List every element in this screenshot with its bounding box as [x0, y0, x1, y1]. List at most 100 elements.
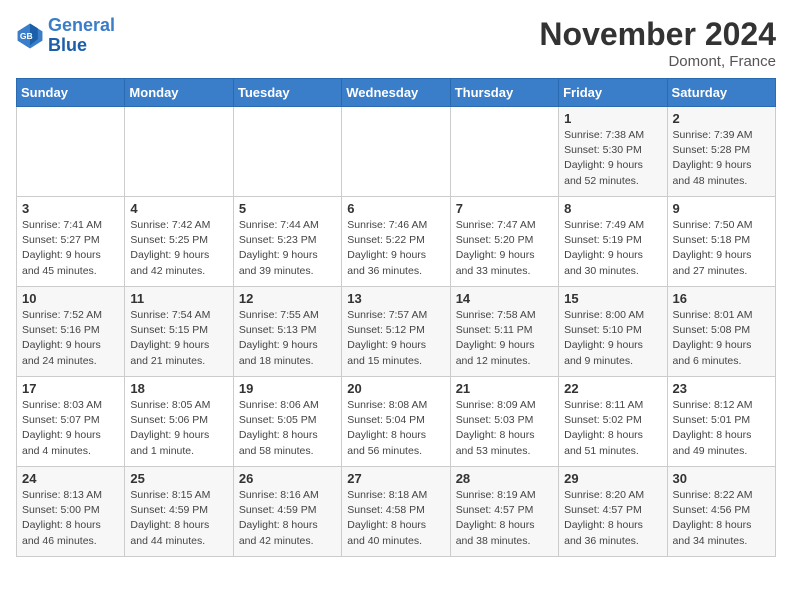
calendar-week-3: 10 Sunrise: 7:52 AM Sunset: 5:16 PM Dayli…: [17, 287, 776, 377]
day-number: 7: [456, 201, 553, 216]
calendar-cell: 10 Sunrise: 7:52 AM Sunset: 5:16 PM Dayli…: [17, 287, 125, 377]
calendar-cell: [450, 107, 558, 197]
calendar-cell: 4 Sunrise: 7:42 AM Sunset: 5:25 PM Daylig…: [125, 197, 233, 287]
calendar-cell: 29Sunrise: 8:20 AM Sunset: 4:57 PM Dayli…: [559, 467, 667, 557]
calendar-table: SundayMondayTuesdayWednesdayThursdayFrid…: [16, 78, 776, 557]
logo-line2: Blue: [48, 35, 87, 55]
day-header-monday: Monday: [125, 79, 233, 107]
day-number: 22: [564, 381, 661, 396]
calendar-cell: 22 Sunrise: 8:11 AM Sunset: 5:02 PM Dayli…: [559, 377, 667, 467]
calendar-cell: 14 Sunrise: 7:58 AM Sunset: 5:11 PM Dayli…: [450, 287, 558, 377]
day-info: Sunrise: 7:52 AM Sunset: 5:16 PM Dayligh…: [22, 308, 119, 369]
calendar-cell: 11 Sunrise: 7:54 AM Sunset: 5:15 PM Dayli…: [125, 287, 233, 377]
day-number: 9: [673, 201, 770, 216]
calendar-cell: 24 Sunrise: 8:13 AM Sunset: 5:00 PM Dayli…: [17, 467, 125, 557]
logo: GB General Blue: [16, 16, 115, 56]
day-number: 3: [22, 201, 119, 216]
day-number: 23: [673, 381, 770, 396]
month-title: November 2024: [539, 16, 776, 53]
day-info: Sunrise: 8:15 AM Sunset: 4:59 PM Dayligh…: [130, 488, 227, 549]
day-info: Sunrise: 8:00 AM Sunset: 5:10 PM Dayligh…: [564, 308, 661, 369]
day-number: 19: [239, 381, 336, 396]
logo-line1: General: [48, 15, 115, 35]
day-info: Sunrise: 7:41 AM Sunset: 5:27 PM Dayligh…: [22, 218, 119, 279]
day-info: Sunrise: 8:12 AM Sunset: 5:01 PM Dayligh…: [673, 398, 770, 459]
day-info: Sunrise: 8:01 AM Sunset: 5:08 PM Dayligh…: [673, 308, 770, 369]
svg-text:GB: GB: [20, 31, 33, 41]
day-header-sunday: Sunday: [17, 79, 125, 107]
day-info: Sunrise: 7:55 AM Sunset: 5:13 PM Dayligh…: [239, 308, 336, 369]
day-info: Sunrise: 7:57 AM Sunset: 5:12 PM Dayligh…: [347, 308, 444, 369]
day-number: 5: [239, 201, 336, 216]
calendar-cell: [17, 107, 125, 197]
calendar-cell: 9 Sunrise: 7:50 AM Sunset: 5:18 PM Daylig…: [667, 197, 775, 287]
day-number: 2: [673, 111, 770, 126]
day-info: Sunrise: 7:38 AM Sunset: 5:30 PM Dayligh…: [564, 128, 661, 189]
day-info: Sunrise: 7:49 AM Sunset: 5:19 PM Dayligh…: [564, 218, 661, 279]
calendar-cell: 6 Sunrise: 7:46 AM Sunset: 5:22 PM Daylig…: [342, 197, 450, 287]
calendar-cell: 7 Sunrise: 7:47 AM Sunset: 5:20 PM Daylig…: [450, 197, 558, 287]
calendar-cell: 19Sunrise: 8:06 AM Sunset: 5:05 PM Dayli…: [233, 377, 341, 467]
day-number: 21: [456, 381, 553, 396]
day-info: Sunrise: 7:46 AM Sunset: 5:22 PM Dayligh…: [347, 218, 444, 279]
day-number: 25: [130, 471, 227, 486]
day-header-wednesday: Wednesday: [342, 79, 450, 107]
calendar-cell: [342, 107, 450, 197]
day-number: 4: [130, 201, 227, 216]
calendar-week-1: 1 Sunrise: 7:38 AM Sunset: 5:30 PM Daylig…: [17, 107, 776, 197]
calendar-week-2: 3 Sunrise: 7:41 AM Sunset: 5:27 PM Daylig…: [17, 197, 776, 287]
day-header-thursday: Thursday: [450, 79, 558, 107]
day-number: 16: [673, 291, 770, 306]
day-info: Sunrise: 8:16 AM Sunset: 4:59 PM Dayligh…: [239, 488, 336, 549]
calendar-header: SundayMondayTuesdayWednesdayThursdayFrid…: [17, 79, 776, 107]
calendar-week-5: 24 Sunrise: 8:13 AM Sunset: 5:00 PM Dayli…: [17, 467, 776, 557]
day-number: 30: [673, 471, 770, 486]
day-info: Sunrise: 7:50 AM Sunset: 5:18 PM Dayligh…: [673, 218, 770, 279]
calendar-cell: 20Sunrise: 8:08 AM Sunset: 5:04 PM Dayli…: [342, 377, 450, 467]
day-number: 6: [347, 201, 444, 216]
day-info: Sunrise: 8:13 AM Sunset: 5:00 PM Dayligh…: [22, 488, 119, 549]
calendar-cell: 2 Sunrise: 7:39 AM Sunset: 5:28 PM Daylig…: [667, 107, 775, 197]
day-info: Sunrise: 7:42 AM Sunset: 5:25 PM Dayligh…: [130, 218, 227, 279]
page-header: GB General Blue November 2024 Domont, Fr…: [16, 16, 776, 70]
calendar-cell: 25 Sunrise: 8:15 AM Sunset: 4:59 PM Dayli…: [125, 467, 233, 557]
title-block: November 2024 Domont, France: [539, 16, 776, 70]
day-info: Sunrise: 8:05 AM Sunset: 5:06 PM Dayligh…: [130, 398, 227, 459]
day-info: Sunrise: 8:11 AM Sunset: 5:02 PM Dayligh…: [564, 398, 661, 459]
day-number: 1: [564, 111, 661, 126]
day-header-friday: Friday: [559, 79, 667, 107]
calendar-cell: 3 Sunrise: 7:41 AM Sunset: 5:27 PM Daylig…: [17, 197, 125, 287]
calendar-cell: 18 Sunrise: 8:05 AM Sunset: 5:06 PM Dayli…: [125, 377, 233, 467]
day-number: 12: [239, 291, 336, 306]
day-number: 28: [456, 471, 553, 486]
calendar-cell: 23 Sunrise: 8:12 AM Sunset: 5:01 PM Dayli…: [667, 377, 775, 467]
logo-icon: GB: [16, 22, 44, 50]
calendar-cell: 30Sunrise: 8:22 AM Sunset: 4:56 PM Dayli…: [667, 467, 775, 557]
day-info: Sunrise: 8:03 AM Sunset: 5:07 PM Dayligh…: [22, 398, 119, 459]
calendar-cell: 21 Sunrise: 8:09 AM Sunset: 5:03 PM Dayli…: [450, 377, 558, 467]
day-info: Sunrise: 8:09 AM Sunset: 5:03 PM Dayligh…: [456, 398, 553, 459]
day-number: 11: [130, 291, 227, 306]
day-number: 15: [564, 291, 661, 306]
calendar-cell: 12 Sunrise: 7:55 AM Sunset: 5:13 PM Dayli…: [233, 287, 341, 377]
day-number: 27: [347, 471, 444, 486]
day-info: Sunrise: 7:58 AM Sunset: 5:11 PM Dayligh…: [456, 308, 553, 369]
day-info: Sunrise: 8:19 AM Sunset: 4:57 PM Dayligh…: [456, 488, 553, 549]
day-info: Sunrise: 7:47 AM Sunset: 5:20 PM Dayligh…: [456, 218, 553, 279]
calendar-cell: 26Sunrise: 8:16 AM Sunset: 4:59 PM Dayli…: [233, 467, 341, 557]
day-number: 20: [347, 381, 444, 396]
calendar-cell: 8Sunrise: 7:49 AM Sunset: 5:19 PM Daylig…: [559, 197, 667, 287]
calendar-cell: 27Sunrise: 8:18 AM Sunset: 4:58 PM Dayli…: [342, 467, 450, 557]
calendar-cell: 28 Sunrise: 8:19 AM Sunset: 4:57 PM Dayli…: [450, 467, 558, 557]
day-info: Sunrise: 7:39 AM Sunset: 5:28 PM Dayligh…: [673, 128, 770, 189]
day-number: 18: [130, 381, 227, 396]
location: Domont, France: [539, 53, 776, 70]
day-number: 24: [22, 471, 119, 486]
calendar-cell: 15 Sunrise: 8:00 AM Sunset: 5:10 PM Dayli…: [559, 287, 667, 377]
day-info: Sunrise: 7:54 AM Sunset: 5:15 PM Dayligh…: [130, 308, 227, 369]
day-number: 14: [456, 291, 553, 306]
calendar-cell: 5Sunrise: 7:44 AM Sunset: 5:23 PM Daylig…: [233, 197, 341, 287]
day-number: 10: [22, 291, 119, 306]
calendar-cell: [125, 107, 233, 197]
day-info: Sunrise: 8:20 AM Sunset: 4:57 PM Dayligh…: [564, 488, 661, 549]
